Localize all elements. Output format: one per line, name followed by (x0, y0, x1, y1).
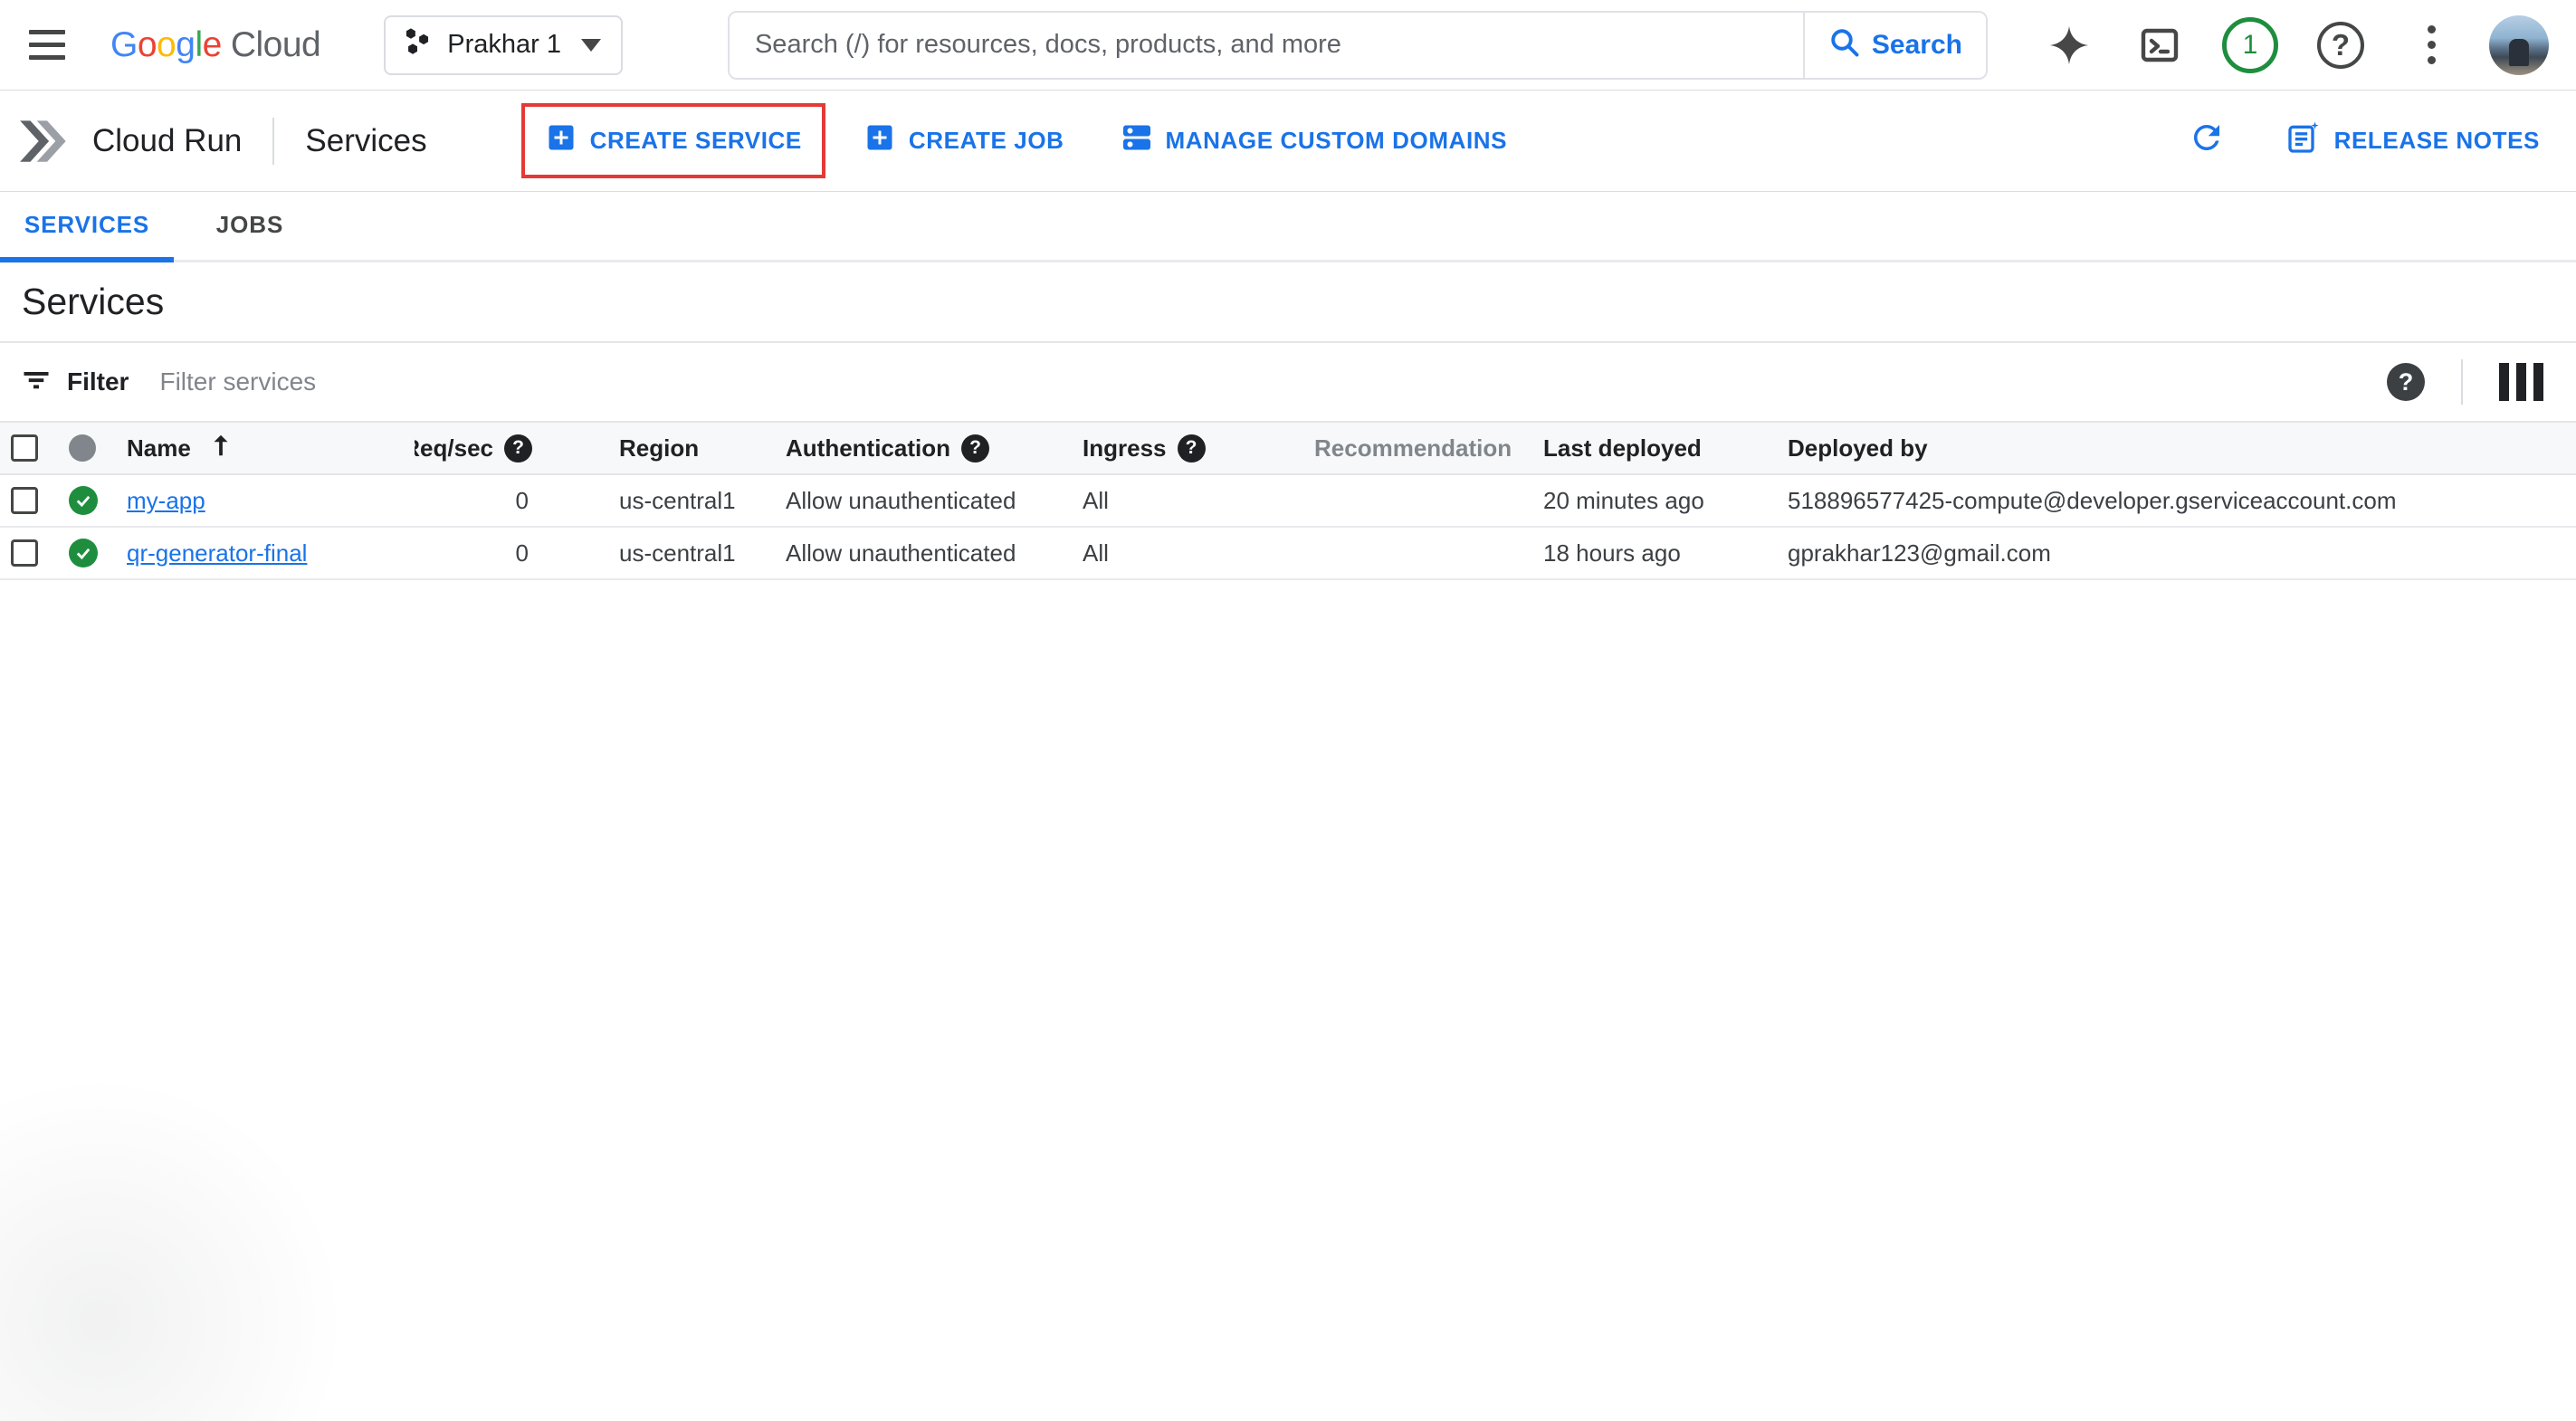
search-button[interactable]: Search (1803, 13, 1986, 78)
logo-letter: o (157, 25, 176, 65)
help-badge-icon[interactable]: ? (504, 434, 532, 463)
page-header-right: RELEASE NOTES (2188, 119, 2540, 163)
column-header-authentication[interactable]: Authentication ? (775, 434, 1072, 463)
region-value: us-central1 (619, 487, 736, 515)
column-header-name[interactable]: Name (116, 432, 415, 465)
content-header: Services (0, 262, 2576, 341)
refresh-button[interactable] (2188, 119, 2226, 163)
service-link[interactable]: my-app (127, 487, 205, 515)
search-button-label: Search (1872, 30, 1962, 61)
help-icon[interactable]: ? (2308, 13, 2373, 78)
search-icon (1828, 26, 1861, 63)
add-box-icon (863, 121, 896, 160)
tab-services[interactable]: SERVICES (0, 192, 174, 262)
cloud-run-icon (16, 111, 76, 171)
filter-icon (20, 364, 52, 401)
help-badge-icon[interactable]: ? (1178, 434, 1206, 463)
last-deployed-value: 20 minutes ago (1543, 487, 1704, 515)
select-all-checkbox[interactable] (11, 434, 38, 462)
status-ok-icon (69, 539, 98, 567)
page-title: Services (22, 281, 164, 323)
top-bar: G o o g l e Cloud Prakhar 1 (0, 0, 2576, 91)
column-header-recommendation[interactable]: Recommendation (1303, 434, 1532, 463)
table-help-icon[interactable]: ? (2387, 363, 2425, 401)
dns-icon (1121, 121, 1153, 160)
logo-letter: l (195, 25, 202, 65)
auth-value: Allow unauthenticated (786, 539, 1016, 567)
logo-cloud-text: Cloud (231, 25, 320, 65)
ingress-value: All (1083, 539, 1109, 567)
avatar[interactable] (2489, 15, 2549, 75)
product-title: Cloud Run (92, 123, 242, 159)
logo-letter: o (138, 25, 157, 65)
auth-value: Allow unauthenticated (786, 487, 1016, 515)
tab-bar: SERVICES JOBS (0, 192, 2576, 262)
logo-letter: G (110, 25, 138, 65)
column-display-icon[interactable] (2499, 363, 2543, 401)
top-bar-icons: 1 ? (2037, 13, 2549, 78)
service-link[interactable]: qr-generator-final (127, 539, 307, 567)
google-cloud-logo[interactable]: G o o g l e Cloud (110, 25, 320, 65)
notifications-badge[interactable]: 1 (2218, 13, 2283, 78)
project-name: Prakhar 1 (447, 30, 561, 60)
refresh-icon (2188, 119, 2226, 163)
column-header-deployed-by[interactable]: Deployed by (1777, 434, 2576, 463)
status-ok-icon (69, 486, 98, 515)
req-sec-value: 0 (516, 487, 529, 515)
ingress-value: All (1083, 487, 1109, 515)
project-selector[interactable]: Prakhar 1 (384, 15, 623, 75)
section-title: Services (305, 123, 426, 159)
logo-letter: g (176, 25, 195, 65)
column-header-req-sec[interactable]: Req/sec ? (415, 434, 543, 463)
sort-ascending-icon[interactable] (207, 432, 234, 465)
cloud-shell-icon[interactable] (2127, 13, 2192, 78)
tab-jobs[interactable]: JOBS (174, 192, 326, 262)
release-notes-label: RELEASE NOTES (2334, 127, 2540, 155)
create-job-button[interactable]: CREATE JOB (863, 121, 1064, 160)
manage-custom-domains-button[interactable]: MANAGE CUSTOM DOMAINS (1121, 121, 1508, 160)
column-header-ingress[interactable]: Ingress ? (1072, 434, 1303, 463)
help-badge-icon[interactable]: ? (961, 434, 989, 463)
highlight-box: CREATE SERVICE (521, 103, 825, 178)
manage-custom-domains-label: MANAGE CUSTOM DOMAINS (1166, 127, 1508, 155)
last-deployed-value: 18 hours ago (1543, 539, 1681, 567)
deployed-by-value: gprakhar123@gmail.com (1788, 539, 2051, 567)
create-job-label: CREATE JOB (909, 127, 1064, 155)
logo-letter: e (203, 25, 222, 65)
divider (2461, 359, 2463, 405)
global-search: Search (728, 11, 1988, 80)
filter-bar: Filter ? (0, 343, 2576, 421)
project-icon (402, 27, 433, 62)
cloud-console-app: G o o g l e Cloud Prakhar 1 (0, 0, 2576, 1421)
divider (272, 118, 274, 165)
row-checkbox[interactable] (11, 487, 38, 514)
release-notes-icon (2285, 119, 2322, 162)
page-header: Cloud Run Services CREATE SERVICE CREATE… (0, 91, 2576, 192)
row-checkbox[interactable] (11, 539, 38, 567)
notifications-count: 1 (2222, 17, 2278, 73)
add-box-icon (545, 121, 577, 160)
menu-icon[interactable] (20, 18, 74, 72)
create-service-label: CREATE SERVICE (590, 127, 802, 155)
more-options-icon[interactable] (2399, 13, 2464, 78)
deployed-by-value: 518896577425-compute@developer.gservicea… (1788, 487, 2397, 515)
gemini-icon[interactable] (2037, 13, 2102, 78)
release-notes-button[interactable]: RELEASE NOTES (2285, 119, 2540, 162)
chevron-down-icon (581, 39, 601, 52)
table-row: qr-generator-final 0 us-central1 Allow u… (0, 528, 2576, 580)
region-value: us-central1 (619, 539, 736, 567)
column-header-last-deployed[interactable]: Last deployed (1532, 434, 1777, 463)
table-row: my-app 0 us-central1 Allow unauthenticat… (0, 475, 2576, 528)
filter-label[interactable]: Filter (67, 367, 129, 396)
column-header-region[interactable]: Region (543, 434, 775, 463)
search-input[interactable] (730, 13, 1803, 78)
status-column-icon (69, 434, 96, 462)
filter-input[interactable] (159, 367, 2387, 396)
table-header-row: Name Req/sec ? Region Authentication ? I… (0, 421, 2576, 475)
create-service-button[interactable]: CREATE SERVICE (545, 121, 802, 160)
req-sec-value: 0 (516, 539, 529, 567)
